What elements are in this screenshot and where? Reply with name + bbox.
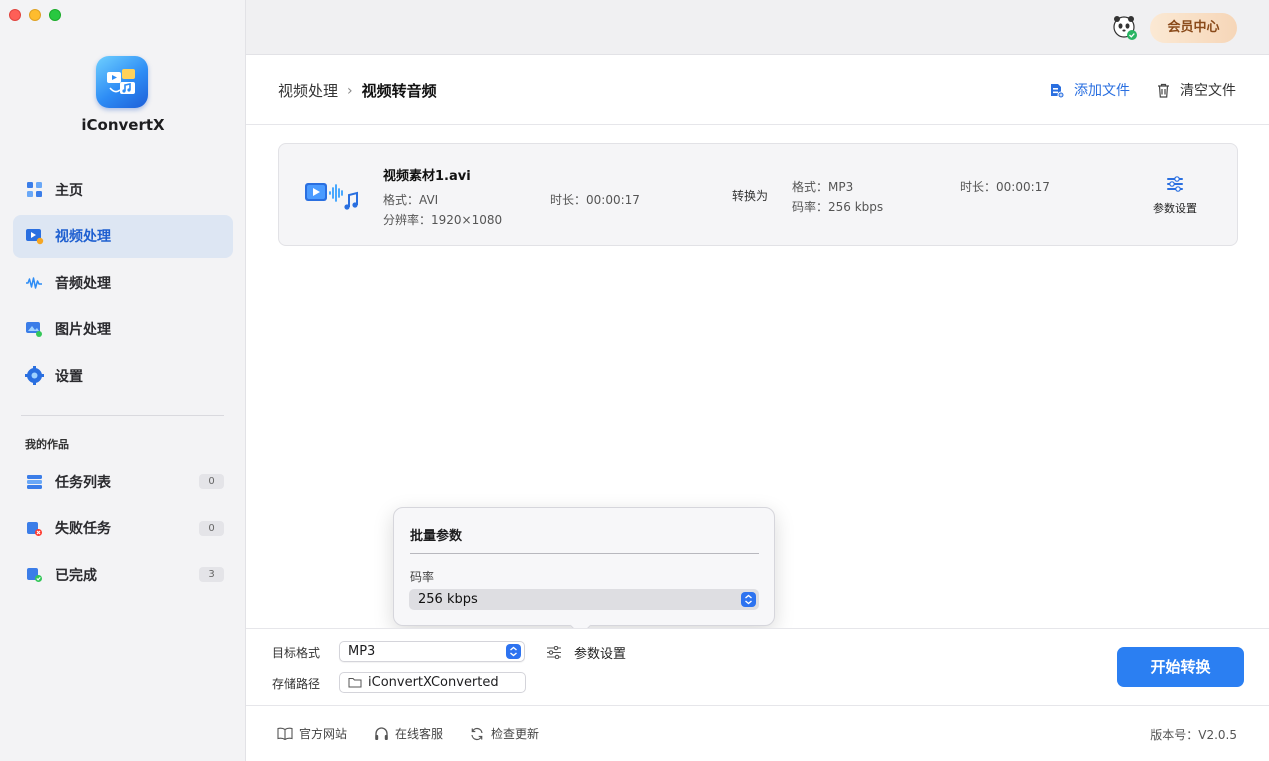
app-logo-icon [96, 56, 148, 108]
gear-icon [24, 366, 44, 386]
chevron-updown-icon [506, 644, 521, 659]
file-params-button[interactable]: 参数设置 [1145, 176, 1205, 216]
sidebar-item-failed[interactable]: 失败任务 0 [13, 507, 233, 550]
add-file-button[interactable]: 添加文件 [1049, 80, 1130, 100]
refresh-icon [469, 726, 485, 742]
sidebar-item-label: 设置 [55, 368, 83, 385]
sidebar-item-label: 主页 [55, 182, 83, 199]
conversion-config: 目标格式 MP3 参数设置 存储路径 iConvertXConverted 开始… [246, 628, 1269, 705]
official-website-label: 官方网站 [299, 727, 348, 741]
bitrate-select[interactable]: 256 kbps [409, 589, 759, 610]
official-website-link[interactable]: 官方网站 [277, 725, 347, 742]
headset-icon [373, 726, 389, 742]
file-params-label: 参数设置 [1153, 202, 1197, 215]
page-header: 视频处理 › 视频转音频 添加文件 清空文件 [246, 55, 1269, 125]
online-support-label: 在线客服 [395, 727, 444, 741]
save-path-label: 存储路径 [272, 677, 321, 691]
batch-params-popover: 批量参数 码率 256 kbps [393, 507, 775, 626]
save-path-value: iConvertXConverted [368, 675, 499, 690]
trash-icon [1155, 82, 1171, 98]
audio-wave-icon [24, 273, 44, 293]
sidebar-divider [21, 415, 224, 416]
sidebar-nav: 主页 视频处理 音频处理 图片处理 设置 [13, 168, 233, 401]
sliders-icon [1167, 176, 1183, 192]
zoom-window-button[interactable] [49, 9, 61, 21]
output-format: 格式：MP3 [792, 180, 854, 194]
book-icon [277, 726, 293, 742]
batch-params-label: 参数设置 [574, 647, 627, 662]
file-name: 视频素材1.avi [383, 169, 471, 184]
sidebar-item-label: 视频处理 [55, 229, 111, 245]
bitrate-label: 码率 [410, 570, 435, 584]
breadcrumb-parent[interactable]: 视频处理 [278, 80, 338, 101]
task-count-badge: 0 [199, 474, 224, 489]
works-section-title: 我的作品 [25, 438, 69, 451]
app-name: iConvertX [81, 116, 165, 134]
target-format-label: 目标格式 [272, 646, 321, 660]
batch-params-button[interactable]: 参数设置 [546, 643, 626, 662]
home-icon [24, 180, 44, 200]
header-actions: 添加文件 清空文件 [1049, 80, 1236, 100]
check-update-link[interactable]: 检查更新 [469, 725, 539, 742]
completed-count-badge: 3 [199, 567, 224, 582]
add-file-label: 添加文件 [1074, 83, 1130, 99]
sidebar-item-label: 图片处理 [55, 322, 111, 338]
clear-files-label: 清空文件 [1180, 83, 1236, 99]
sidebar-item-label: 失败任务 [55, 521, 111, 537]
bitrate-value: 256 kbps [418, 592, 478, 607]
folder-icon [348, 678, 362, 688]
completed-icon [24, 565, 44, 585]
page-title: 视频转音频 [361, 82, 437, 100]
output-duration: 时长：00:00:17 [960, 180, 1050, 194]
window-controls [9, 9, 61, 21]
add-file-icon [1049, 82, 1065, 98]
version-label: 版本号：V2.0.5 [1150, 728, 1237, 742]
start-convert-button[interactable]: 开始转换 [1117, 647, 1244, 687]
breadcrumb-separator: › [347, 82, 353, 99]
check-update-label: 检查更新 [491, 727, 540, 741]
input-duration: 时长：00:00:17 [550, 193, 640, 207]
video-to-audio-icon [303, 177, 359, 215]
popover-title: 批量参数 [410, 529, 463, 544]
sidebar-item-home[interactable]: 主页 [13, 168, 233, 211]
app-window: iConvertX 主页 视频处理 音频处理 图片处理 设置 我的作品 任务列表… [0, 0, 1269, 761]
sidebar-item-audio[interactable]: 音频处理 [13, 261, 233, 304]
breadcrumb: 视频处理 › 视频转音频 [278, 80, 437, 101]
input-resolution: 分辨率：1920×1080 [383, 213, 503, 227]
failed-count-badge: 0 [199, 520, 224, 536]
popover-divider [410, 553, 759, 554]
convert-to-label: 转换为 [732, 189, 769, 203]
online-support-link[interactable]: 在线客服 [373, 725, 443, 742]
sidebar-item-task-list[interactable]: 任务列表 0 [13, 460, 233, 503]
sliders-icon [547, 646, 561, 659]
sidebar-item-settings[interactable]: 设置 [13, 354, 233, 397]
footer: 官方网站 在线客服 检查更新 版本号：V2.0.5 [246, 705, 1269, 761]
sidebar-item-label: 已完成 [55, 567, 97, 584]
input-format: 格式：AVI [383, 193, 439, 207]
sidebar: iConvertX 主页 视频处理 音频处理 图片处理 设置 我的作品 任务列表… [0, 0, 246, 761]
sidebar-item-label: 任务列表 [55, 474, 111, 491]
clear-files-button[interactable]: 清空文件 [1155, 80, 1236, 100]
sidebar-item-completed[interactable]: 已完成 3 [13, 553, 233, 596]
sidebar-item-video[interactable]: 视频处理 [13, 214, 233, 258]
target-format-select[interactable]: MP3 [339, 641, 525, 662]
file-card[interactable]: 视频素材1.avi 格式：AVI 分辨率：1920×1080 时长：00:00:… [278, 143, 1238, 246]
footer-links: 官方网站 在线客服 检查更新 [277, 725, 565, 742]
close-window-button[interactable] [9, 9, 21, 21]
failed-task-icon [24, 518, 44, 538]
vip-center-button[interactable]: 会员中心 [1150, 13, 1237, 43]
video-process-icon [24, 226, 44, 246]
image-process-icon [24, 319, 44, 339]
works-list: 任务列表 0 失败任务 0 已完成 3 [13, 460, 233, 600]
sidebar-item-image[interactable]: 图片处理 [13, 308, 233, 351]
user-avatar-icon[interactable] [1112, 15, 1138, 41]
sidebar-item-label: 音频处理 [55, 275, 111, 292]
task-list-icon [24, 472, 44, 492]
title-bar: 会员中心 [246, 0, 1269, 55]
minimize-window-button[interactable] [29, 9, 41, 21]
chevron-updown-icon [741, 592, 756, 607]
save-path-field[interactable]: iConvertXConverted [339, 672, 526, 693]
target-format-value: MP3 [348, 644, 376, 659]
output-bitrate: 码率：256 kbps [792, 200, 884, 214]
